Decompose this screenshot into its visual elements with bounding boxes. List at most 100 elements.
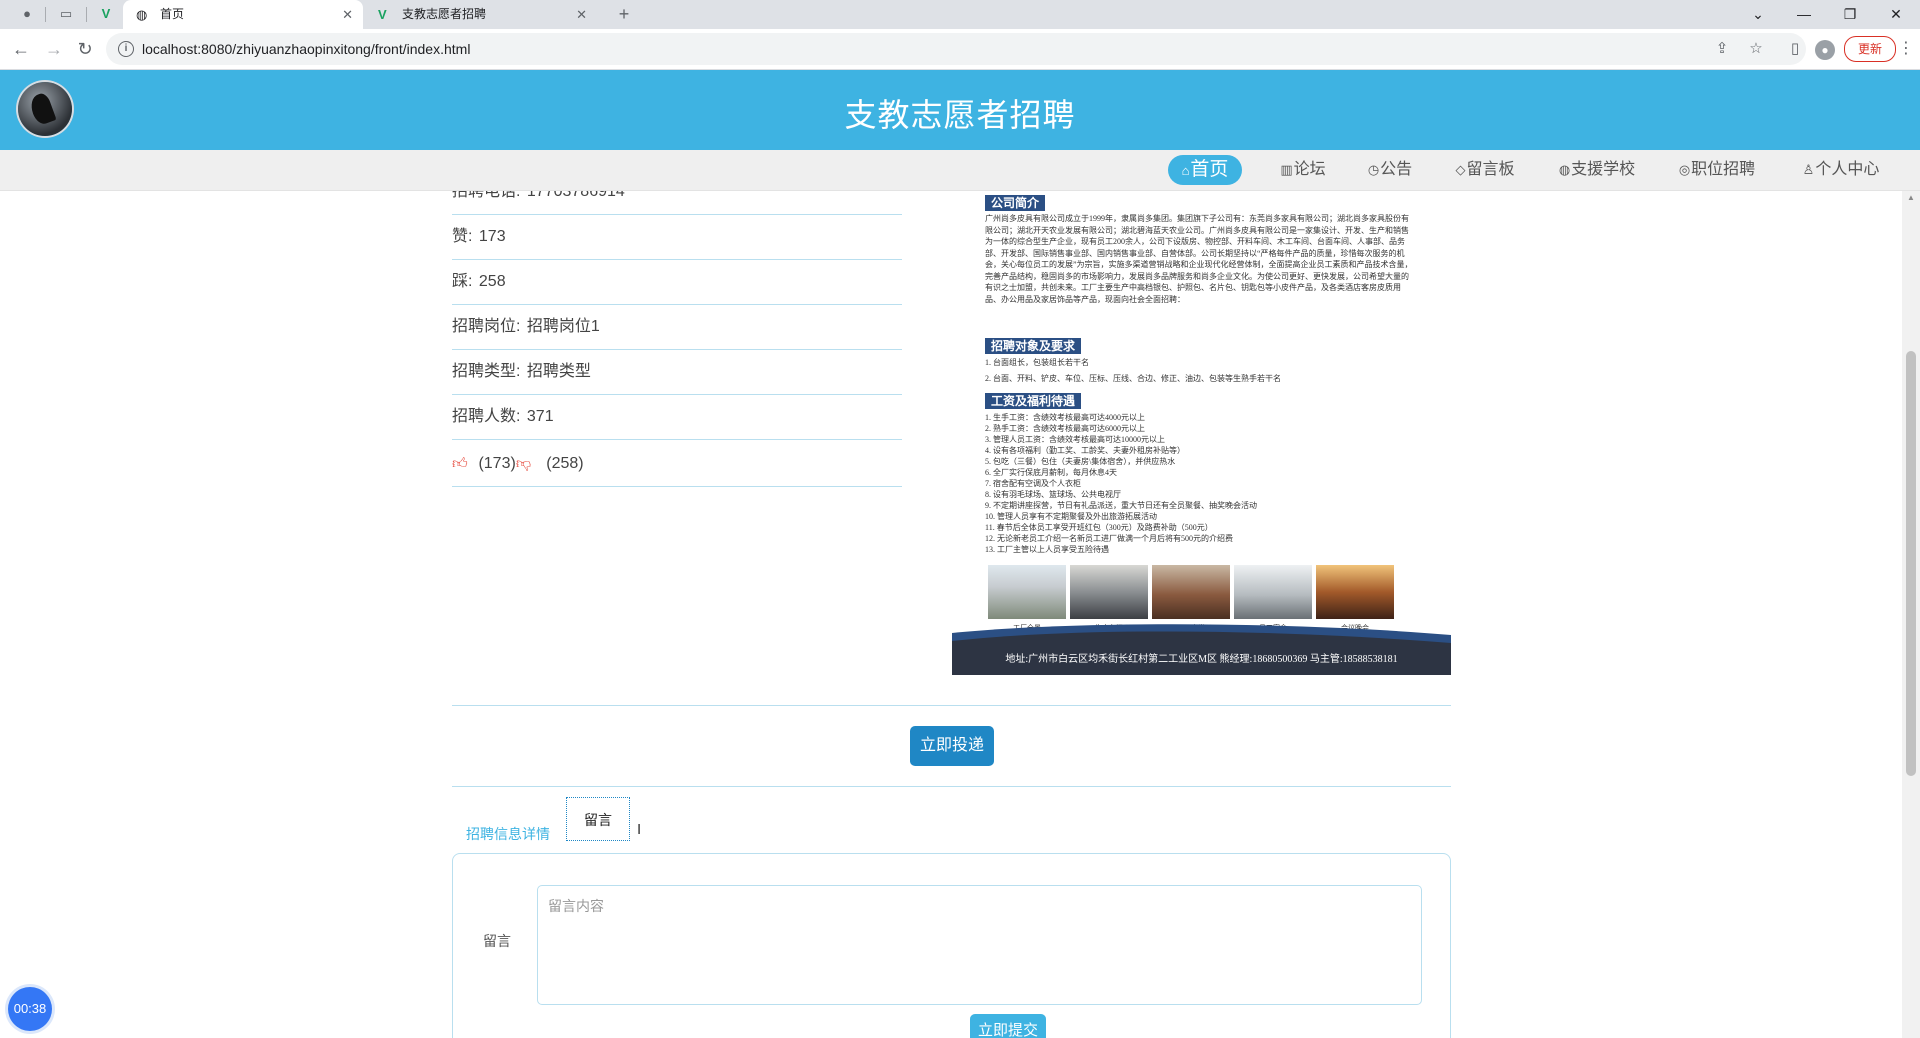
info-value: 17703786914 (526, 191, 625, 200)
sidebar-icon[interactable]: ▯ (1785, 39, 1805, 59)
section-divider (452, 705, 1451, 706)
info-label: 招聘人数: (452, 408, 521, 425)
flyer-benefit: 13. 工厂主管以上人员享受五险待遇 (985, 545, 1109, 554)
flyer-benefit: 1. 生手工资：含绩效考核最高可达4000元以上 (985, 413, 1145, 422)
clock-icon: ◷ (1367, 162, 1380, 177)
nav-label: 留言板 (1466, 161, 1515, 178)
info-value: 371 (526, 408, 554, 425)
recruitment-flyer-image: 公司简介 广州尚多皮具有限公司成立于1999年，隶属尚多集团。集团旗下子公司有：… (952, 191, 1451, 675)
flyer-benefit: 3. 管理人员工资：含绩效考核最高可达10000元以上 (985, 435, 1165, 444)
close-tab-icon[interactable]: ✕ (576, 0, 587, 29)
globe-icon: ◍ (1558, 162, 1571, 177)
recording-timer[interactable]: 00:38 (8, 987, 52, 1031)
flyer-benefit: 4. 设有各项福利（勤工奖、工龄奖、夫妻外租房补贴等） (985, 446, 1185, 455)
nav-label: 公告 (1380, 161, 1413, 178)
info-phone: 招聘电话: 17703786914 (452, 191, 902, 215)
forum-icon: ▥ (1280, 162, 1293, 177)
flyer-benefit: 9. 不定期讲座探营，节日有礼品派送，重大节日还有全员聚餐、抽奖晚会活动 (985, 501, 1257, 510)
scroll-thumb[interactable] (1906, 351, 1916, 776)
browser-tab-bar: ● ▭ V ◍ 首页 ✕ V 支教志愿者招聘 ✕ + ⌄ — ❐ ✕ (0, 0, 1920, 29)
globe-icon: ◍ (136, 7, 148, 22)
flyer-benefit: 5. 包吃（三餐）包住（夫妻房\集体宿舍），并供应热水 (985, 457, 1176, 466)
target-icon: ◎ (1678, 162, 1691, 177)
nav-label: 首页 (1190, 159, 1229, 180)
nav-label: 论坛 (1293, 161, 1326, 178)
info-label: 招聘岗位: (452, 318, 521, 335)
tab-title: 支教志愿者招聘 (402, 7, 487, 21)
site-title: 支教志愿者招聘 (844, 97, 1076, 133)
flyer-requirement: 2. 台面、开料、铲皮、车位、压标、压线、合边、修正、油边、包装等生熟手若干名 (985, 374, 1281, 383)
share-icon[interactable]: ⇪ (1712, 39, 1732, 59)
tab-message[interactable]: 留言 (566, 797, 630, 841)
nav-label: 个人中心 (1815, 161, 1880, 178)
submit-message-button[interactable]: 立即提交 (970, 1014, 1046, 1038)
reload-icon[interactable]: ↻ (74, 38, 96, 60)
home-icon: ⌂ (1181, 163, 1190, 178)
close-window-icon[interactable]: ✕ (1873, 0, 1919, 29)
tab-job-details[interactable]: 招聘信息详情 (466, 812, 550, 856)
omnibox[interactable]: i localhost:8080/zhiyuanzhaopinxitong/fr… (106, 33, 1806, 65)
vue-logo-icon[interactable]: V (98, 6, 114, 22)
like-count: (173) (478, 455, 516, 472)
vote-row: 👍︎ (173)👎︎ (258) (452, 442, 902, 487)
info-likes: 赞: 173 (452, 215, 902, 260)
apply-button[interactable]: 立即投递 (910, 726, 994, 766)
forward-icon[interactable]: → (43, 38, 65, 60)
info-value: 招聘岗位1 (526, 318, 600, 335)
nav-user-center[interactable]: ♙个人中心 (1798, 155, 1884, 185)
back-icon[interactable]: ← (10, 38, 32, 60)
nav-message-board[interactable]: ◇留言板 (1451, 155, 1519, 185)
browser-tab-recruit[interactable]: V 支教志愿者招聘 ✕ (365, 0, 597, 29)
flyer-requirement: 1. 台面组长，包装组长若干名 (985, 358, 1089, 367)
new-tab-icon[interactable]: + (616, 5, 632, 23)
tab-search-icon[interactable]: ⌄ (1735, 0, 1781, 29)
nav-label: 职位招聘 (1691, 161, 1756, 178)
factory-photo (988, 565, 1066, 619)
nav-jobs[interactable]: ◎职位招聘 (1674, 155, 1760, 185)
profile-avatar-icon[interactable]: ● (1815, 40, 1835, 60)
thumbs-down-icon[interactable]: 👎︎ (516, 455, 534, 473)
info-type: 招聘类型: 招聘类型 (452, 350, 902, 395)
nav-notice[interactable]: ◷公告 (1364, 155, 1416, 185)
nav-forum[interactable]: ▥论坛 (1276, 155, 1330, 185)
flyer-benefit: 12. 无论新老员工介绍一名新员工进厂做满一个月后将有500元的介绍费 (985, 534, 1233, 543)
message-textarea[interactable]: 留言内容 (537, 885, 1422, 1005)
flyer-benefit: 6. 全厂实行保底月薪制，每月休息4天 (985, 468, 1117, 477)
nav-home[interactable]: ⌂首页 (1168, 155, 1242, 185)
url-text[interactable]: localhost:8080/zhiyuanzhaopinxitong/fron… (142, 33, 470, 65)
info-label: 赞: (452, 228, 473, 245)
flyer-benefit: 8. 设有羽毛球场、篮球场、公共电视厅 (985, 490, 1121, 499)
info-label: 踩: (452, 273, 473, 290)
info-value: 258 (478, 273, 506, 290)
info-value: 173 (478, 228, 506, 245)
flyer-benefit: 7. 宿舍配有空调及个人衣柜 (985, 479, 1081, 488)
browser-tab-home[interactable]: ◍ 首页 ✕ (123, 0, 363, 29)
minimize-icon[interactable]: — (1781, 0, 1827, 29)
menu-icon[interactable]: ⋮ (1898, 38, 1914, 60)
dislike-count: (258) (546, 455, 584, 472)
info-label: 招聘类型: (452, 363, 521, 380)
dormitory-photo (1234, 565, 1312, 619)
nav-schools[interactable]: ◍支援学校 (1554, 155, 1640, 185)
update-button[interactable]: 更新 (1844, 36, 1896, 62)
page-scrollbar[interactable]: ▲ (1902, 191, 1920, 1038)
site-header: 支教志愿者招聘 (0, 70, 1920, 150)
tab-title: 首页 (160, 7, 185, 21)
close-tab-icon[interactable]: ✕ (342, 0, 353, 29)
tab-divider (45, 7, 46, 22)
thumbs-up-icon[interactable]: 👍︎ (452, 455, 470, 473)
info-position: 招聘岗位: 招聘岗位1 (452, 305, 902, 350)
blank-page-icon[interactable]: ▭ (58, 6, 74, 22)
scroll-up-icon[interactable]: ▲ (1906, 193, 1916, 203)
workshop-photo (1070, 565, 1148, 619)
party-photo (1316, 565, 1394, 619)
restore-icon[interactable]: ❐ (1827, 0, 1873, 29)
github-icon[interactable]: ● (19, 6, 35, 22)
canteen-photo (1152, 565, 1230, 619)
info-label: 招聘电话: (452, 191, 521, 200)
main-nav: ⌂首页 ▥论坛 ◷公告 ◇留言板 ◍支援学校 ◎职位招聘 ♙个人中心 (0, 150, 1920, 191)
site-info-icon[interactable]: i (118, 41, 134, 57)
flyer-heading: 招聘对象及要求 (985, 338, 1082, 354)
bookmark-star-icon[interactable]: ☆ (1746, 39, 1766, 59)
message-label: 留言 (483, 933, 511, 949)
